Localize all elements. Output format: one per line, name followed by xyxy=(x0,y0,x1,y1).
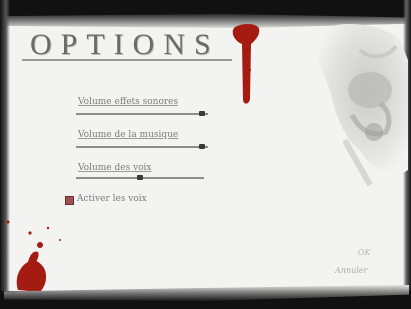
sfx-volume-label: Volume effets sonores xyxy=(78,97,179,107)
page-title: OPTIONS xyxy=(30,28,220,61)
sfx-volume-slider[interactable] xyxy=(76,111,208,116)
alien-figure-illustration xyxy=(316,24,408,187)
voice-volume-label: Volume des voix xyxy=(78,163,152,173)
voice-volume-slider-thumb[interactable] xyxy=(137,175,143,180)
music-volume-label: Volume de la musique xyxy=(78,130,179,140)
ok-button[interactable]: OK xyxy=(358,248,371,257)
music-volume-slider-thumb[interactable] xyxy=(199,144,205,149)
voice-volume-slider[interactable] xyxy=(76,175,204,180)
left-border xyxy=(0,0,10,309)
sfx-volume-slider-thumb[interactable] xyxy=(199,111,205,116)
music-volume-slider[interactable] xyxy=(76,144,208,149)
enable-voices-checkbox[interactable] xyxy=(65,196,74,205)
enable-voices-label: Activer les voix xyxy=(77,194,147,204)
title-underline xyxy=(22,59,232,61)
cancel-button[interactable]: Annuler xyxy=(335,266,367,275)
